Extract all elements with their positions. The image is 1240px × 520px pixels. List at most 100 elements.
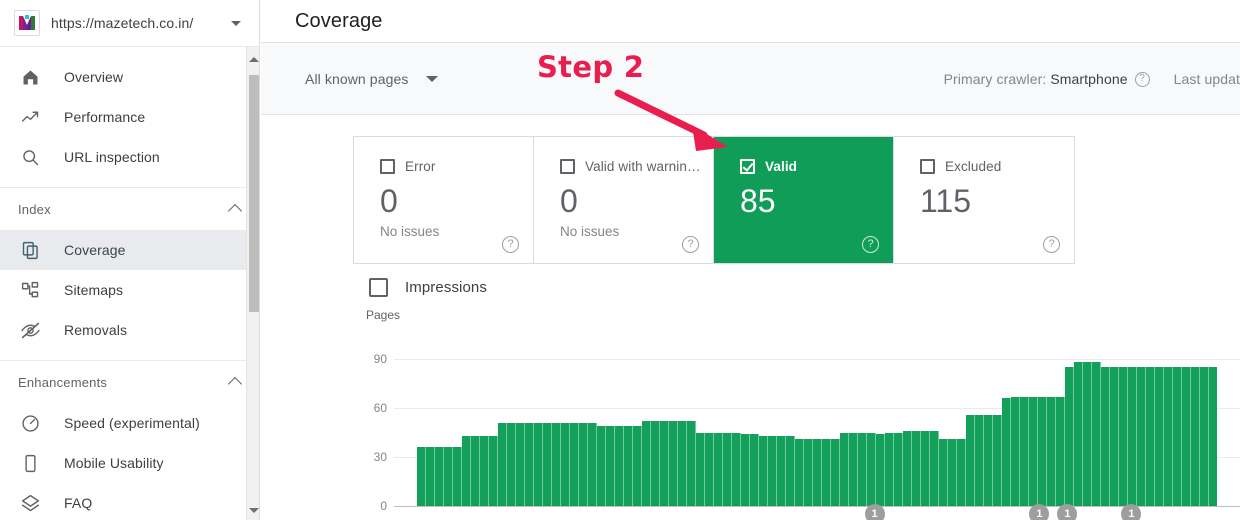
property-selector[interactable]: https://mazetech.co.in/	[0, 0, 259, 47]
chart-bar[interactable]	[606, 425, 615, 506]
chart-bar[interactable]	[1119, 367, 1128, 506]
chart-bar[interactable]	[480, 435, 489, 506]
chart-bar[interactable]	[1020, 396, 1029, 506]
help-circle-icon[interactable]: ?	[1134, 71, 1150, 87]
chart-bar[interactable]	[1182, 367, 1191, 506]
chart-bar[interactable]	[768, 435, 777, 506]
chart-bar[interactable]	[579, 422, 588, 506]
chart-bar[interactable]	[741, 434, 750, 506]
sidebar-item-speed-experimental[interactable]: Speed (experimental)	[0, 403, 259, 443]
status-card-checkbox[interactable]	[560, 159, 575, 174]
chart-bar[interactable]	[993, 414, 1002, 506]
sidebar-item-url-inspection[interactable]: URL inspection	[0, 137, 259, 177]
chart-bar[interactable]	[624, 425, 633, 506]
sidebar-scrollbar[interactable]	[246, 47, 259, 520]
chart-bar[interactable]	[1209, 367, 1217, 506]
chart-bar[interactable]	[723, 432, 732, 506]
chart-bar[interactable]	[651, 421, 660, 506]
chart-bar[interactable]	[1200, 367, 1209, 506]
chart-bar[interactable]	[885, 432, 894, 506]
status-card-checkbox[interactable]	[740, 159, 755, 174]
chart-bar[interactable]	[777, 435, 786, 506]
chart-bar[interactable]	[1173, 367, 1182, 506]
scroll-down-arrow-icon[interactable]	[247, 502, 259, 518]
chart-bar[interactable]	[813, 439, 822, 506]
chart-bar[interactable]	[678, 421, 687, 506]
scroll-up-arrow-icon[interactable]	[247, 51, 259, 67]
chart-bar[interactable]	[588, 422, 597, 506]
chart-bar[interactable]	[1164, 367, 1173, 506]
chart-bar[interactable]	[759, 435, 768, 506]
chart-bar[interactable]	[795, 439, 804, 506]
chart-bar[interactable]	[507, 422, 516, 506]
chart-bar[interactable]	[1137, 367, 1146, 506]
chart-bar[interactable]	[714, 432, 723, 506]
chart-bar[interactable]	[948, 439, 957, 506]
sidebar-item-overview[interactable]: Overview	[0, 57, 259, 97]
chart-bar[interactable]	[435, 447, 444, 506]
chart-bar[interactable]	[867, 432, 876, 506]
chart-bar[interactable]	[543, 422, 552, 506]
chart-bar[interactable]	[534, 422, 543, 506]
chart-bar[interactable]	[1092, 362, 1101, 506]
chart-bar[interactable]	[984, 414, 993, 506]
status-card-checkbox[interactable]	[380, 159, 395, 174]
sidebar-section-index[interactable]: Index	[0, 188, 259, 230]
chart-bar[interactable]	[552, 422, 561, 506]
chevron-up-icon[interactable]	[229, 202, 243, 216]
sidebar-item-faq[interactable]: FAQ	[0, 483, 259, 520]
chart-annotation-marker[interactable]: 1	[1029, 504, 1050, 520]
chart-bar[interactable]	[633, 425, 642, 506]
caret-down-icon[interactable]	[231, 20, 241, 26]
chart-bar[interactable]	[921, 430, 930, 506]
chart-bar[interactable]	[975, 414, 984, 506]
chart-bar[interactable]	[597, 425, 606, 506]
chart-bar[interactable]	[1155, 367, 1164, 506]
chart-bar[interactable]	[696, 432, 705, 506]
sidebar-section-enhancements[interactable]: Enhancements	[0, 361, 259, 403]
chart-bar[interactable]	[849, 432, 858, 506]
chart-annotation-marker[interactable]: 1	[1121, 504, 1142, 520]
chart-bar[interactable]	[1038, 396, 1047, 506]
sidebar-item-sitemaps[interactable]: Sitemaps	[0, 270, 259, 310]
chart-bar[interactable]	[1029, 396, 1038, 506]
chart-bar[interactable]	[642, 421, 651, 506]
chart-bar[interactable]	[894, 432, 903, 506]
help-circle-icon[interactable]: ?	[682, 236, 699, 253]
chart-bar[interactable]	[1074, 362, 1083, 506]
help-circle-icon[interactable]: ?	[502, 236, 519, 253]
chart-bar[interactable]	[732, 432, 741, 506]
chart-bar[interactable]	[615, 425, 624, 506]
chart-annotation-marker[interactable]: 1	[1057, 504, 1078, 520]
chart-bar[interactable]	[462, 435, 471, 506]
sidebar-item-removals[interactable]: Removals	[0, 310, 259, 350]
chart-bar[interactable]	[1101, 367, 1110, 506]
help-circle-icon[interactable]: ?	[1043, 236, 1060, 253]
chevron-up-icon[interactable]	[229, 375, 243, 389]
chart-bar[interactable]	[687, 421, 696, 506]
chart-bar[interactable]	[939, 439, 948, 506]
chart-bar[interactable]	[1191, 367, 1200, 506]
chart-bar[interactable]	[489, 435, 498, 506]
sidebar-item-performance[interactable]: Performance	[0, 97, 259, 137]
chart-bar[interactable]	[930, 430, 939, 506]
status-card-valid-with-warnin[interactable]: Valid with warnin… 0 No issues?	[534, 137, 714, 263]
chart-bar[interactable]	[426, 447, 435, 506]
chart-bar[interactable]	[669, 421, 678, 506]
chart-bar[interactable]	[1002, 398, 1011, 506]
help-circle-icon[interactable]: ?	[862, 236, 879, 253]
impressions-toggle[interactable]: Impressions	[353, 264, 1240, 297]
chart-bar[interactable]	[525, 422, 534, 506]
sidebar-item-coverage[interactable]: Coverage	[0, 230, 259, 270]
chart-bar[interactable]	[1110, 367, 1119, 506]
chart-bar[interactable]	[1065, 367, 1074, 506]
sidebar-scrollbar-thumb[interactable]	[249, 75, 259, 312]
chart-bar[interactable]	[417, 447, 426, 506]
chart-bar[interactable]	[831, 439, 840, 506]
status-card-checkbox[interactable]	[920, 159, 935, 174]
page-filter-dropdown[interactable]: All known pages	[305, 71, 439, 87]
chart-bar[interactable]	[750, 434, 759, 506]
chart-bar[interactable]	[912, 430, 921, 506]
chart-bar[interactable]	[1128, 367, 1137, 506]
chart-annotation-marker[interactable]: 1	[864, 504, 885, 520]
